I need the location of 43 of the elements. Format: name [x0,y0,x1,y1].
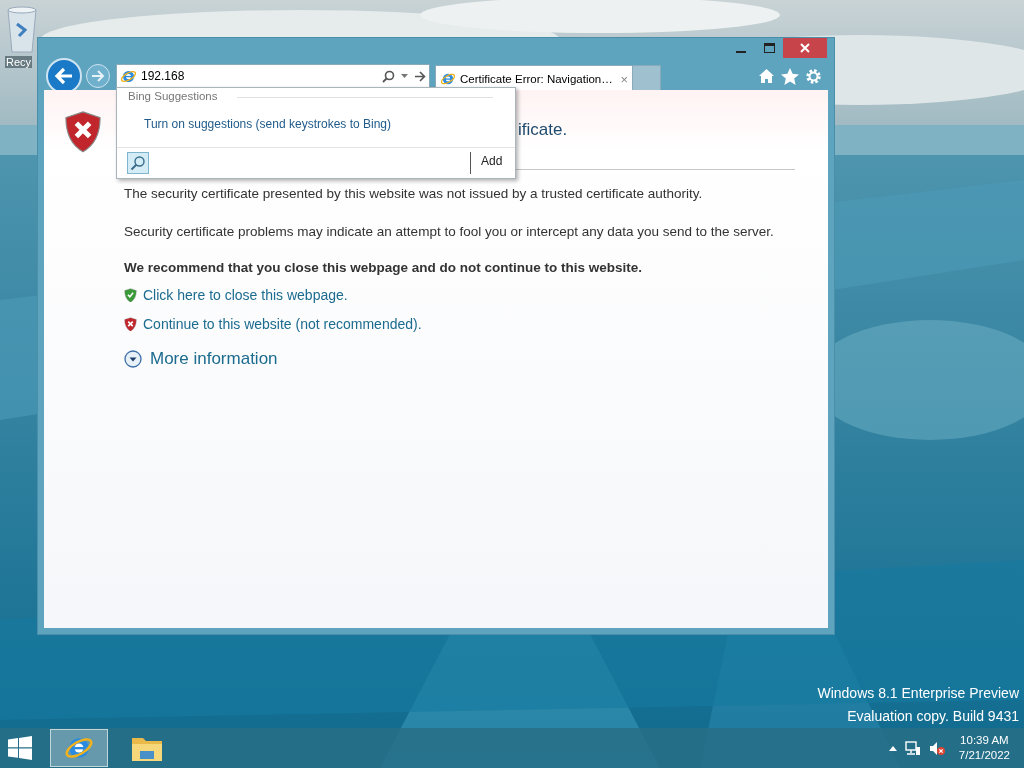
network-icon[interactable] [904,740,921,756]
suggestion-link[interactable]: Turn on suggestions (send keystrokes to Bing) [144,117,391,131]
show-hidden-icons[interactable] [888,745,897,751]
star-icon[interactable] [781,67,799,85]
add-button[interactable]: Add [479,154,505,168]
page-link[interactable]: Click here to close this webpage. [143,287,348,303]
forward-button[interactable] [86,64,110,88]
address-input[interactable]: 192.168 [141,69,378,83]
forward-arrow-icon [91,70,105,82]
page-heading: ificate. [518,120,568,140]
windows-logo-icon [8,736,32,760]
muted-speaker-icon[interactable] [928,740,945,756]
search-icon[interactable] [382,69,395,83]
minimize-icon [736,51,746,53]
close-icon [800,43,810,53]
close-tab-button[interactable]: × [620,71,628,87]
taskbar-app[interactable] [50,729,108,767]
shield-error-icon [64,110,102,154]
dropdown-caret-icon[interactable] [401,73,408,79]
more-information-link[interactable]: More information [150,349,278,369]
clock-date[interactable]: 7/21/2022 [958,748,1010,763]
page-link[interactable]: Continue to this website (not recommended). [143,316,422,332]
settings-icon[interactable] [805,67,822,85]
go-arrow-icon[interactable] [414,70,426,82]
close-button[interactable] [783,38,827,58]
desktop-icon-label: Recy [5,56,33,68]
new-tab-button[interactable] [633,65,661,92]
paragraph: Security certificate problems may indicate an attempt to fool you or intercept any data you send to the server. [124,223,775,241]
shield-check-icon [124,287,137,303]
paragraph: The security certificate presented by this website was not issued by a trusted certificate authority. [124,185,704,203]
maximize-icon [763,43,775,53]
back-arrow-icon [54,67,74,85]
clock-time[interactable]: 10:39 AM [960,733,1009,748]
shield-error-icon [124,316,137,332]
address-bar[interactable]: 192.168 [116,64,430,88]
browser-icon [440,71,456,87]
recommendation-text: We recommend that you close this webpage and do not continue to this website. [124,260,644,275]
watermark-text: Evaluation copy. Build 9431 [847,707,1019,726]
dropdown-header: Bing Suggestions [128,90,218,102]
watermark-text: Windows 8.1 Enterprise Preview [817,684,1019,703]
search-button[interactable] [127,152,149,174]
expand-icon[interactable] [124,350,142,368]
home-icon[interactable] [758,68,775,84]
